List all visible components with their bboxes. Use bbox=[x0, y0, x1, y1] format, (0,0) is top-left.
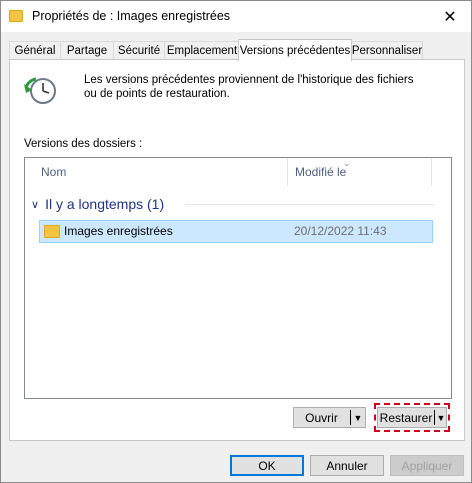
close-button[interactable]: ✕ bbox=[429, 1, 471, 32]
chevron-down-icon: ∨ bbox=[31, 198, 40, 211]
group-header[interactable]: ∨ Il y a longtemps (1) bbox=[31, 194, 164, 214]
open-split-button[interactable]: Ouvrir ▼ bbox=[293, 407, 366, 428]
group-title: Il y a longtemps (1) bbox=[45, 196, 165, 212]
dropdown-arrow-icon[interactable]: ▼ bbox=[351, 408, 365, 427]
tab-sharing[interactable]: Partage bbox=[60, 41, 114, 60]
tab-previous-versions[interactable]: Versions précédentes bbox=[238, 39, 352, 61]
column-separator[interactable] bbox=[287, 158, 288, 186]
list-item[interactable]: Images enregistrées 20/12/2022 11:43 bbox=[39, 220, 433, 243]
folder-icon bbox=[44, 225, 60, 238]
group-divider bbox=[185, 204, 435, 205]
sort-indicator-icon: ⌄ bbox=[343, 158, 351, 168]
title-bar: Propriétés de : Images enregistrées ✕ bbox=[1, 1, 471, 32]
info-text: Les versions précédentes proviennent de … bbox=[84, 74, 414, 100]
item-name: Images enregistrées bbox=[64, 224, 173, 238]
cancel-button[interactable]: Annuler bbox=[310, 455, 384, 476]
tab-customize[interactable]: Personnaliser bbox=[351, 41, 423, 60]
tab-general[interactable]: Général bbox=[9, 41, 61, 60]
column-modified[interactable]: Modifié le bbox=[295, 158, 425, 186]
list-header: Nom Modifié le ⌄ bbox=[25, 158, 451, 186]
ok-button[interactable]: OK bbox=[230, 455, 304, 476]
restore-highlight-box bbox=[374, 403, 450, 432]
previous-versions-panel: Les versions précédentes proviennent de … bbox=[9, 59, 465, 441]
open-button[interactable]: Ouvrir bbox=[294, 408, 349, 427]
tab-security[interactable]: Sécurité bbox=[113, 41, 165, 60]
folder-icon bbox=[9, 10, 23, 22]
column-separator[interactable] bbox=[431, 158, 432, 186]
properties-dialog: Propriétés de : Images enregistrées ✕ Gé… bbox=[0, 0, 472, 483]
window-title: Propriétés de : Images enregistrées bbox=[32, 9, 231, 23]
apply-button[interactable]: Appliquer bbox=[390, 455, 464, 476]
restore-clock-icon bbox=[24, 77, 56, 104]
versions-list[interactable]: Nom Modifié le ⌄ ∨ Il y a longtemps (1) … bbox=[24, 157, 452, 399]
tab-location[interactable]: Emplacement bbox=[164, 41, 240, 60]
column-name[interactable]: Nom bbox=[41, 158, 281, 186]
tab-strip: Général Partage Sécurité Emplacement Ver… bbox=[9, 39, 465, 61]
folder-versions-label: Versions des dossiers : bbox=[24, 138, 143, 150]
item-modified-date: 20/12/2022 11:43 bbox=[294, 224, 387, 238]
